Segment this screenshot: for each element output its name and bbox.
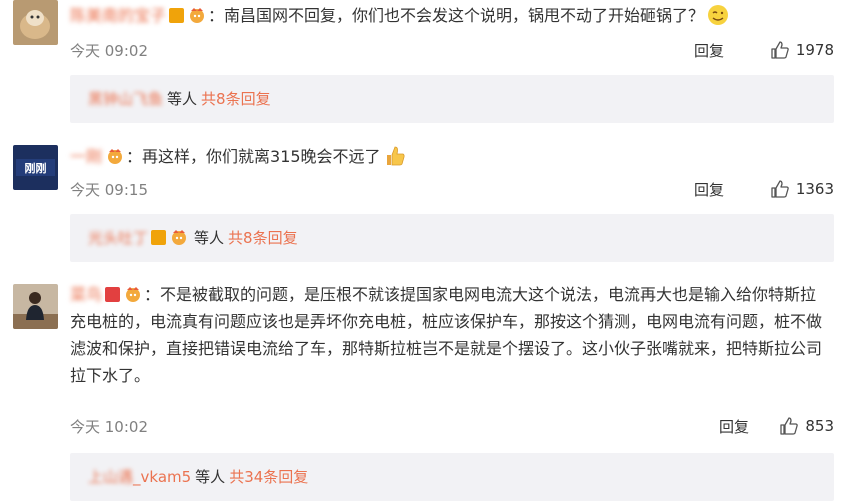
timestamp: 今天 09:02 — [70, 42, 148, 60]
timestamp: 今天 09:15 — [70, 181, 148, 199]
like-thumb-icon — [771, 41, 789, 59]
verified-badge-icon — [169, 8, 185, 23]
comment-text: ：再这样，你们就离315晚会不远了 — [126, 147, 381, 166]
comment-body: 陈美南的宝子 ：南昌国网不回复，你们也不会发这个说明，锅甩不动了开始砸锅了？ — [70, 2, 832, 29]
cheeky-emoji-icon — [708, 5, 729, 25]
like-count: 853 — [805, 417, 834, 435]
avatar[interactable]: 刚刚 — [13, 145, 58, 190]
vip-badge-icon — [190, 8, 205, 23]
like-button[interactable]: 853 — [779, 416, 834, 436]
sub-replies[interactable]: 光头吐丁 等人 共8条回复 — [70, 214, 834, 262]
like-count: 1978 — [795, 41, 834, 59]
verified-badge-icon — [151, 230, 167, 245]
sub-reply-users-blurred[interactable]: 上山遇 — [88, 468, 133, 486]
sub-reply-total[interactable]: 共34条回复 — [229, 468, 308, 486]
like-button[interactable]: 1363 — [770, 179, 834, 199]
sub-reply-etc: 等人 — [194, 229, 225, 247]
sub-replies[interactable]: 黑钟山飞鱼 等人 共8条回复 — [70, 75, 834, 123]
reply-button[interactable]: 回复 — [694, 179, 724, 200]
sub-reply-users[interactable]: 光头吐丁 — [88, 229, 148, 247]
comment-text: ：不是被截取的问题，是压根不就该提国家电网电流大这个说法，电流再大也是输入给你特… — [70, 285, 823, 385]
username[interactable]: 一刚 — [70, 147, 102, 166]
comment-body: 一刚 ：再这样，你们就离315晚会不远了 — [70, 143, 832, 170]
comment-meta: 今天 09:15 回复 1363 — [70, 179, 834, 203]
comment-meta: 今天 09:02 回复 1978 — [70, 40, 834, 64]
sub-reply-total[interactable]: 共8条回复 — [201, 90, 271, 108]
sub-reply-total[interactable]: 共8条回复 — [228, 229, 298, 247]
comment-text: ：南昌国网不回复，你们也不会发这个说明，锅甩不动了开始砸锅了？ — [208, 6, 705, 25]
sub-reply-users[interactable]: _vkam5 — [133, 468, 191, 486]
comment-body: 菜鸟 ：不是被截取的问题，是压根不就该提国家电网电流大这个说法，电流再大也是输入给… — [70, 281, 832, 389]
avatar[interactable] — [13, 0, 58, 45]
sub-reply-users[interactable]: 黑钟山飞鱼 — [88, 90, 163, 108]
like-count: 1363 — [795, 180, 834, 198]
verified-badge-icon — [105, 287, 121, 302]
like-button[interactable]: 1978 — [770, 40, 834, 60]
vip-badge-icon — [172, 230, 187, 245]
sub-replies[interactable]: 上山遇_vkam5 等人 共34条回复 — [70, 453, 834, 501]
reply-button[interactable]: 回复 — [719, 416, 749, 437]
like-thumb-icon — [771, 180, 789, 198]
timestamp: 今天 10:02 — [70, 418, 148, 436]
vip-badge-icon — [126, 287, 141, 302]
comment-meta: 今天 10:02 回复 853 — [70, 416, 834, 440]
svg-text:刚刚: 刚刚 — [25, 161, 47, 175]
username[interactable]: 陈美南的宝子 — [70, 6, 166, 25]
sub-reply-etc: 等人 — [195, 468, 226, 486]
thumbs-up-emoji-icon — [386, 146, 405, 166]
username[interactable]: 菜鸟 — [70, 285, 102, 304]
like-thumb-icon — [780, 417, 799, 435]
sub-reply-etc: 等人 — [167, 90, 198, 108]
avatar[interactable] — [13, 284, 58, 329]
vip-badge-icon — [108, 149, 123, 164]
reply-button[interactable]: 回复 — [694, 40, 724, 61]
